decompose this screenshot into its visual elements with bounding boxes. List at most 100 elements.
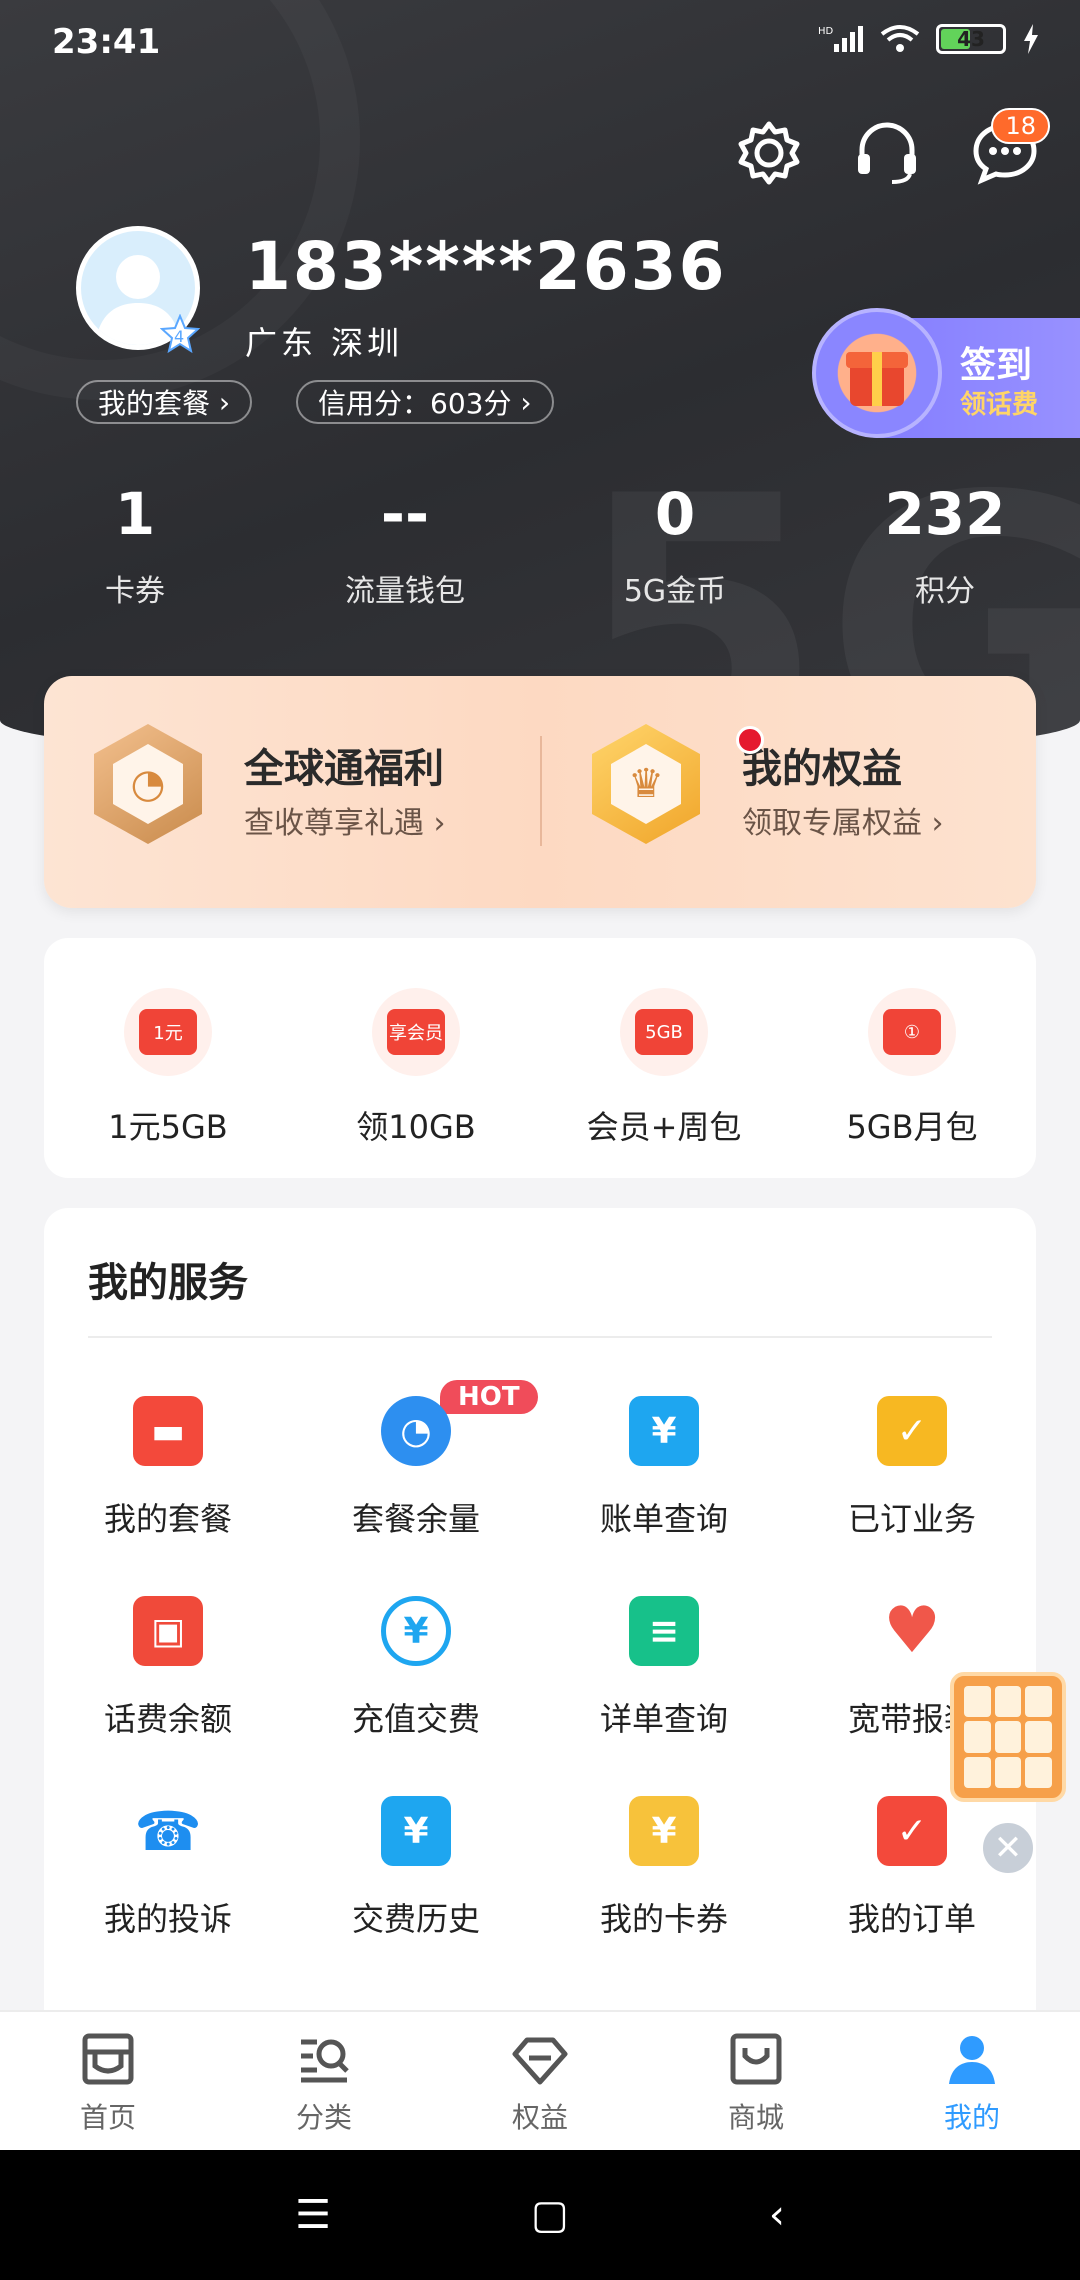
calendar-gift-icon: 享会员: [372, 988, 460, 1076]
shop-bag-icon: [730, 2033, 782, 2085]
briefcase-icon: ✓: [877, 1396, 947, 1466]
wallet-icon: ▣: [133, 1596, 203, 1666]
grid-cell: [1025, 1686, 1052, 1718]
benefit-card: ◔ 全球通福利 查收尊享礼遇 › ♛ 我的权益 领取专属权益 ›: [44, 676, 1036, 908]
red-envelope-icon: 1元: [124, 988, 212, 1076]
grid-cell: [964, 1721, 991, 1753]
service-my-plan[interactable]: ▬ 我的套餐: [44, 1388, 292, 1588]
clipboard-check-icon: ✓: [877, 1796, 947, 1866]
checkin-banner[interactable]: 签到 领话费: [812, 308, 1080, 438]
benefit-title: 我的权益: [742, 746, 902, 792]
phone-number: 183****2636: [245, 228, 727, 305]
my-rights-entry[interactable]: ♛ 我的权益 领取专属权益 ›: [592, 724, 1052, 864]
my-plan-pill[interactable]: 我的套餐 ›: [76, 380, 253, 424]
network-hd-label: HD: [818, 26, 834, 37]
service-detail-query[interactable]: ≡ 详单查询: [540, 1588, 788, 1788]
stat-value: --: [380, 480, 430, 548]
notification-dot: [736, 726, 764, 754]
stat-value: 1: [114, 480, 156, 548]
menu-icon[interactable]: ☰: [295, 2192, 331, 2238]
service-payment-history[interactable]: ¥ 交费历史: [292, 1788, 540, 1988]
offer-icon-text: 享会员: [387, 1009, 445, 1055]
offer-1yuan-5gb[interactable]: 1元 1元5GB: [44, 938, 292, 1178]
grid-cell: [964, 1756, 991, 1788]
nav-mine[interactable]: 我的: [864, 2012, 1080, 2150]
service-subscribed[interactable]: ✓ 已订业务: [788, 1388, 1036, 1588]
stat-label: 积分: [915, 574, 975, 609]
service-balance[interactable]: ▣ 话费余额: [44, 1588, 292, 1788]
offer-5gb-monthly[interactable]: ① 5GB月包: [788, 938, 1036, 1178]
chevron-right-icon: ›: [511, 385, 532, 419]
nav-label: 我的: [943, 2101, 1000, 2134]
offer-member-weekly[interactable]: 5GB 会员+周包: [540, 938, 788, 1178]
divider: [88, 1336, 992, 1338]
headset-icon: [858, 122, 916, 184]
stat-5g-coins[interactable]: 0 5G金币: [540, 480, 810, 610]
credit-score-pill[interactable]: 信用分：603分 ›: [296, 380, 554, 424]
service-label: 充值交费: [351, 1700, 480, 1738]
stat-label: 5G金币: [623, 574, 727, 609]
offer-icon-text: ①: [883, 1009, 941, 1055]
service-my-orders[interactable]: ✓ 我的订单: [788, 1788, 1036, 1988]
service-bill-query[interactable]: ¥ 账单查询: [540, 1388, 788, 1588]
bill-icon: ¥: [629, 1396, 699, 1466]
close-icon[interactable]: ✕: [980, 1820, 1036, 1876]
nav-label: 权益: [511, 2101, 568, 2134]
grid-cell: [1025, 1756, 1052, 1788]
signal-icon: HD: [818, 26, 863, 52]
global-benefit-entry[interactable]: ◔ 全球通福利 查收尊享礼遇 ›: [94, 724, 554, 864]
stat-points[interactable]: 232 积分: [810, 480, 1080, 610]
service-my-coupons[interactable]: ¥ 我的卡券: [540, 1788, 788, 1988]
benefit-divider: [540, 736, 542, 846]
shopping-bag-icon: ▬: [133, 1396, 203, 1466]
service-recharge[interactable]: ¥ 充值交费: [292, 1588, 540, 1788]
crown-badge-icon: ♛: [592, 724, 700, 844]
nav-category[interactable]: 分类: [216, 2012, 432, 2150]
home-square-icon[interactable]: ▢: [531, 2192, 569, 2238]
stat-coupons[interactable]: 1 卡券: [0, 480, 270, 610]
lucky-bag-icon: ①: [868, 988, 956, 1076]
back-icon[interactable]: ‹: [769, 2192, 785, 2238]
messages-button[interactable]: 18: [970, 108, 1050, 188]
stat-value: 232: [884, 480, 1006, 548]
offer-10gb[interactable]: 享会员 领10GB: [292, 938, 540, 1178]
settings-button[interactable]: [734, 118, 804, 188]
service-label: 我的投诉: [103, 1900, 232, 1938]
quick-offers: 1元 1元5GB 享会员 领10GB 5GB 会员+周包 ① 5GB月包: [44, 938, 1036, 1178]
nav-label: 分类: [295, 2101, 352, 2134]
crown-icon: ♛: [611, 744, 681, 824]
user-icon: [949, 2036, 995, 2084]
offer-label: 1元5GB: [108, 1108, 228, 1146]
wifi-icon: [880, 25, 920, 52]
benefit-subtitle: 领取专属权益 ›: [742, 806, 944, 841]
floating-promo-widget[interactable]: [950, 1672, 1066, 1802]
service-complaint[interactable]: ☎ 我的投诉: [44, 1788, 292, 1988]
nav-mall[interactable]: 商城: [648, 2012, 864, 2150]
my-services-card: 我的服务 HOT ▬ 我的套餐 ◔ 套餐余量 ¥ 账单查询 ✓ 已订业务 ▣ 话…: [44, 1208, 1036, 2028]
nav-home[interactable]: 首页: [0, 2012, 216, 2150]
benefit-title: 全球通福利: [244, 746, 444, 792]
battery-icon: 43: [936, 24, 1006, 54]
home-icon: [82, 2033, 134, 2085]
grid-cell: [1025, 1721, 1052, 1753]
offer-label: 领10GB: [356, 1108, 476, 1146]
category-search-icon: [301, 2039, 349, 2083]
customer-service-button[interactable]: [852, 118, 922, 188]
nav-label: 商城: [727, 2101, 784, 2134]
location: 广东 深圳: [245, 324, 404, 362]
status-time: 23:41: [52, 22, 161, 62]
receipt-icon: ¥: [381, 1796, 451, 1866]
grid-cell: [994, 1721, 1022, 1753]
grid-cell: [994, 1756, 1022, 1788]
gear-icon: [738, 121, 800, 185]
service-plan-balance[interactable]: ◔ 套餐余量: [292, 1388, 540, 1588]
stat-label: 卡券: [105, 574, 165, 609]
credit-score-label: 信用分：603分: [318, 387, 512, 420]
charging-icon: [1024, 24, 1038, 54]
battery-level: 43: [957, 27, 985, 51]
offer-icon-text: 1元: [139, 1009, 197, 1055]
nav-rights[interactable]: 权益: [432, 2012, 648, 2150]
status-icons: HD 43: [818, 24, 1040, 54]
stat-data-wallet[interactable]: -- 流量钱包: [270, 480, 540, 610]
gift-box-icon: [812, 308, 942, 438]
